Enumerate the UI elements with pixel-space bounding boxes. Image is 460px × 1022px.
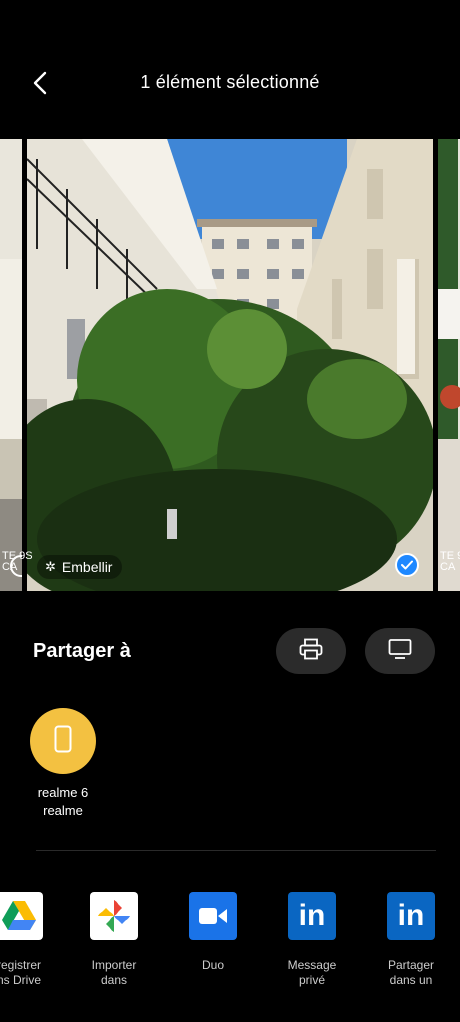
- page-title: 1 élément sélectionné: [140, 72, 320, 92]
- selected-check-icon[interactable]: [395, 553, 419, 577]
- app-save-to-drive[interactable]: registrer ns Drive: [0, 892, 64, 988]
- google-photos-icon: [90, 892, 138, 940]
- peek-text-line: CA: [2, 561, 18, 573]
- duo-icon: [189, 892, 237, 940]
- app-google-photos[interactable]: Importer dans: [69, 892, 159, 988]
- app-label: Importer: [91, 958, 137, 972]
- linkedin-icon: in: [387, 892, 435, 940]
- app-label: Message: [287, 958, 337, 972]
- image-carousel[interactable]: ✲ Embellir TE 9S CA TE 9 CA: [0, 139, 460, 591]
- app-label: dans un: [389, 973, 433, 987]
- previous-photo[interactable]: [0, 139, 22, 591]
- app-label: Partager: [387, 958, 435, 972]
- app-duo[interactable]: Duo: [168, 892, 258, 973]
- device-realme-6[interactable]: [30, 708, 96, 774]
- selected-photo[interactable]: ✲ Embellir: [27, 139, 433, 591]
- monitor-icon: [388, 638, 412, 665]
- linkedin-icon: in: [288, 892, 336, 940]
- peek-text-line: CA: [440, 561, 456, 573]
- app-linkedin-message[interactable]: in Message privé: [267, 892, 357, 988]
- sparkle-icon: ✲: [45, 559, 56, 574]
- cast-screen-button[interactable]: [365, 628, 435, 674]
- app-label: ns Drive: [0, 973, 41, 987]
- next-photo[interactable]: TE 9 CA: [438, 139, 460, 591]
- phone-icon: [54, 725, 72, 758]
- app-linkedin-share[interactable]: in Partager dans un: [366, 892, 456, 988]
- next-photo-text: TE 9 CA: [440, 551, 460, 573]
- app-label: registrer: [0, 958, 41, 972]
- app-label: Duo: [201, 958, 224, 972]
- device-label: realme 6 realme: [13, 784, 113, 820]
- printer-icon: [299, 638, 323, 665]
- top-bar: 1 élément sélectionné: [0, 0, 460, 130]
- google-drive-icon: [0, 892, 43, 940]
- enhance-button[interactable]: ✲ Embellir: [37, 555, 123, 579]
- device-name: realme 6: [37, 785, 89, 800]
- app-label: dans: [100, 973, 128, 987]
- previous-photo-text: TE 9S CA: [2, 551, 33, 573]
- share-title: Partager à: [33, 640, 131, 662]
- device-brand: realme: [43, 803, 83, 818]
- app-label: privé: [298, 973, 325, 987]
- enhance-label: Embellir: [61, 559, 113, 575]
- divider: [36, 850, 436, 851]
- print-button[interactable]: [276, 628, 346, 674]
